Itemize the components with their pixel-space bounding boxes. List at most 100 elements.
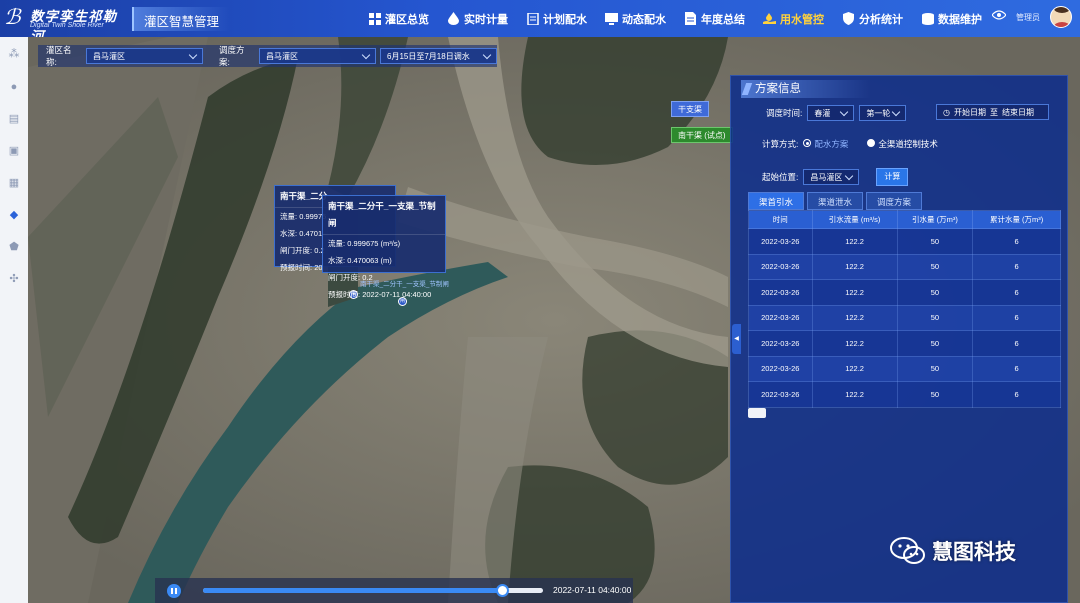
nav-item-overview[interactable]: 灌区总览 <box>368 0 439 37</box>
chevron-down-icon <box>840 107 849 116</box>
nav-item-water-control[interactable]: 用水管控 <box>763 0 834 37</box>
pause-button[interactable] <box>167 583 181 598</box>
popup-gate-row: 闸门开度: 0.2 <box>328 273 373 282</box>
watermark-text: 慧图科技 <box>932 541 1016 564</box>
pagination-chip[interactable] <box>748 408 766 418</box>
left-sidebar: ⁂ ● ▤ ▣ ▦ ◆ ⬟ ✣ <box>0 37 28 603</box>
nav-label: 数据维护 <box>938 13 982 26</box>
start-position-row: 起始位置: 昌马灌区 计算 <box>762 168 909 186</box>
timeline-slider[interactable] <box>203 584 543 597</box>
logo-subtitle: Digital Twin Shole River <box>30 22 104 29</box>
column-header: 时间 <box>748 210 813 229</box>
shield-icon <box>842 12 855 25</box>
plan-select-value: 昌马灌区 <box>266 51 299 61</box>
table-row[interactable]: 2022-03-26 122.2 50 6 <box>748 330 1061 357</box>
calculate-button[interactable]: 计算 <box>876 168 909 186</box>
tab-canal-drainage[interactable]: 渠道泄水 <box>807 192 864 210</box>
clock-icon: ◷ <box>943 107 950 117</box>
logo-mark-icon: ℬ <box>4 5 21 29</box>
nav-label: 计划配水 <box>543 13 587 26</box>
monitor-icon <box>605 12 618 25</box>
panel-toggle-button[interactable]: ◀ <box>732 324 741 354</box>
share-icon[interactable]: ⁂ <box>7 47 21 61</box>
area-label: 灌区名称: <box>46 45 72 67</box>
nav-item-analysis[interactable]: 分析统计 <box>842 0 913 37</box>
main-nav: 灌区总览 实时计量 计划配水 动态配水 年度总结 用水管控 分析统计 数据维护 <box>368 0 1000 37</box>
nav-label: 分析统计 <box>859 13 903 26</box>
table-row[interactable]: 2022-03-26 122.2 50 6 <box>748 355 1061 382</box>
layer-tag-main[interactable]: 干支渠 <box>671 101 709 117</box>
popup-time-row: 预报时间: 2022-07-11 04:40:00 <box>328 290 432 299</box>
dashboard-icon <box>368 12 381 25</box>
nav-label: 动态配水 <box>622 13 666 26</box>
nav-label: 灌区总览 <box>385 13 429 26</box>
date-range-picker[interactable]: ◷ 开始日期 至 结束日期 <box>936 104 1049 120</box>
document-icon[interactable]: ▦ <box>7 176 21 190</box>
hand-water-icon <box>763 12 776 25</box>
table-row[interactable]: 2022-03-26 122.2 50 6 <box>748 253 1061 280</box>
drop-icon <box>447 12 460 25</box>
start-label: 起始位置: <box>762 172 799 182</box>
table-row[interactable]: 2022-03-26 122.2 50 6 <box>748 304 1061 331</box>
plan-label: 调度方案: <box>219 45 245 67</box>
radio-icon <box>803 139 812 147</box>
nav-item-dynamic[interactable]: 动态配水 <box>605 0 676 37</box>
panel-tabs: 渠首引水 渠道泄水 调度方案 <box>748 192 923 210</box>
list-icon[interactable]: ▤ <box>7 112 21 126</box>
settings-icon[interactable]: ✣ <box>7 272 21 286</box>
table-row[interactable]: 2022-03-26 122.2 50 6 <box>748 279 1061 306</box>
plan-select[interactable]: 昌马灌区 <box>259 48 376 64</box>
timeline-handle[interactable] <box>496 584 510 597</box>
chevron-down-icon <box>892 107 901 116</box>
wechat-icon <box>890 536 926 566</box>
option-distribution-radio[interactable]: 配水方案 <box>803 138 848 150</box>
chevron-down-icon <box>482 50 492 59</box>
database-icon <box>921 12 934 25</box>
nav-label: 实时计量 <box>464 13 508 26</box>
season-select[interactable]: 春灌 <box>807 105 855 121</box>
user-area: 管理员 <box>991 6 1072 28</box>
table-header-row: 时间 引水流量 (m³/s) 引水量 (万m³) 累计水量 (万m³) <box>748 210 1061 229</box>
nav-label: 用水管控 <box>780 13 824 26</box>
chevron-down-icon <box>361 50 371 59</box>
hand-water-icon[interactable]: ◆ <box>7 208 21 222</box>
top-bar: ℬ 数字孪生祁勒河 Digital Twin Shole River 灌区智慧管… <box>0 0 1080 44</box>
system-title: 灌区智慧管理 <box>132 7 230 31</box>
chevron-down-icon <box>188 50 198 59</box>
panel-title: 方案信息 <box>741 80 871 98</box>
option-full-control-radio[interactable]: 全渠道控制技术 <box>867 138 938 150</box>
column-header: 引水流量 (m³/s) <box>811 210 898 229</box>
round-select[interactable]: 第一轮 <box>859 105 907 121</box>
chevron-down-icon <box>845 171 854 180</box>
column-header: 引水量 (万m³) <box>896 210 974 229</box>
nav-label: 年度总结 <box>701 13 745 26</box>
nav-item-plan[interactable]: 计划配水 <box>526 0 597 37</box>
nav-item-data[interactable]: 数据维护 <box>921 0 992 37</box>
monitor-icon[interactable]: ▣ <box>7 144 21 158</box>
shield-icon[interactable]: ⬟ <box>7 240 21 254</box>
tab-dispatch-plan[interactable]: 调度方案 <box>866 192 923 210</box>
popup-title: 南干渠_二分干_一支渠_节制闸 <box>323 196 445 235</box>
drop-icon[interactable]: ● <box>7 80 21 94</box>
layer-tag-trial[interactable]: 南干渠 (试点) <box>671 127 733 143</box>
user-name[interactable]: 管理员 <box>1016 12 1040 23</box>
avatar[interactable] <box>1050 6 1072 28</box>
area-select-value: 昌马灌区 <box>93 51 126 61</box>
tab-headwork-intake[interactable]: 渠首引水 <box>748 192 805 210</box>
app-logo[interactable]: ℬ 数字孪生祁勒河 Digital Twin Shole River <box>4 3 122 44</box>
intake-table: 时间 引水流量 (m³/s) 引水量 (万m³) 累计水量 (万m³) 2022… <box>748 210 1061 408</box>
area-select[interactable]: 昌马灌区 <box>86 48 203 64</box>
table-row[interactable]: 2022-03-26 122.2 50 6 <box>748 381 1061 408</box>
period-select[interactable]: 6月15日至7月18日调水 <box>380 48 497 64</box>
nav-item-realtime[interactable]: 实时计量 <box>447 0 518 37</box>
eye-icon[interactable] <box>991 10 1007 24</box>
start-position-select[interactable]: 昌马灌区 <box>803 169 860 185</box>
timeline-bar: 2022-07-11 04:40:00 <box>155 578 633 603</box>
column-header: 累计水量 (万m³) <box>972 210 1061 229</box>
nav-item-annual[interactable]: 年度总结 <box>684 0 755 37</box>
period-select-value: 6月15日至7月18日调水 <box>387 51 470 61</box>
table-row[interactable]: 2022-03-26 122.2 50 6 <box>748 228 1061 255</box>
filter-bar: 灌区名称: 昌马灌区 调度方案: 昌马灌区 6月15日至7月18日调水 <box>38 45 497 67</box>
schedule-row: 调度时间: 春灌 第一轮 <box>766 105 907 121</box>
gate-popup-front[interactable]: 南干渠_二分干_一支渠_节制闸 流量: 0.999675 (m³/s) 水深: … <box>322 195 446 299</box>
